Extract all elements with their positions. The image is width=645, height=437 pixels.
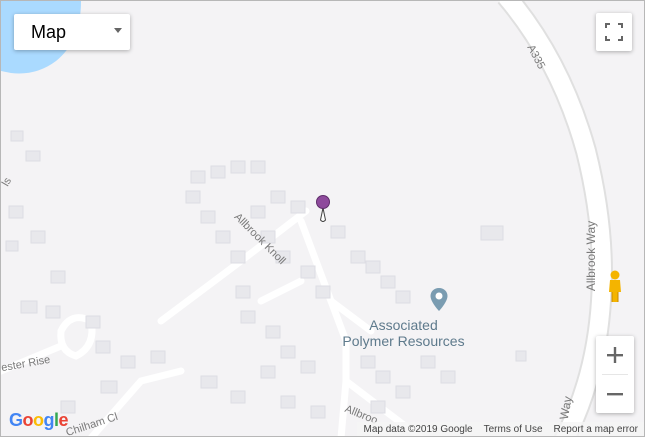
map-marker-icon[interactable] bbox=[315, 194, 331, 224]
fullscreen-icon bbox=[605, 23, 623, 41]
google-logo[interactable]: Google bbox=[9, 410, 69, 431]
pegman-icon bbox=[609, 270, 621, 302]
zoom-in-button[interactable] bbox=[596, 336, 634, 374]
google-logo-letter-o2: o bbox=[33, 410, 44, 430]
google-logo-letter-e: e bbox=[58, 410, 69, 430]
google-logo-letter-g2: g bbox=[43, 410, 55, 430]
zoom-out-button[interactable] bbox=[596, 375, 634, 413]
road-a335 bbox=[499, 1, 611, 436]
map-data-attribution[interactable]: Map data ©2019 Google bbox=[363, 424, 472, 435]
fullscreen-button[interactable] bbox=[596, 13, 632, 51]
road-label-allbrook-way: Allbrook Way bbox=[584, 220, 599, 292]
map-type-label: Map bbox=[31, 22, 67, 42]
plus-icon bbox=[607, 347, 623, 363]
google-logo-letter-o1: o bbox=[22, 410, 34, 430]
chevron-down-icon bbox=[114, 28, 122, 33]
map-canvas[interactable]: A335 Allbrook Way Way Allbrook Knoll All… bbox=[0, 0, 645, 437]
terms-of-use-link[interactable]: Terms of Use bbox=[484, 424, 543, 435]
buildings bbox=[5, 130, 527, 419]
report-map-error-link[interactable]: Report a map error bbox=[554, 424, 638, 435]
poi-label[interactable]: Associated Polymer Resources bbox=[336, 317, 471, 349]
pegman-button[interactable] bbox=[598, 266, 632, 306]
poi-pin-icon[interactable] bbox=[429, 287, 449, 313]
google-logo-letter-g: G bbox=[9, 410, 23, 430]
map-type-select[interactable]: Map bbox=[14, 14, 130, 50]
zoom-control bbox=[596, 336, 634, 413]
map-footer: Map data ©2019 Google Terms of Use Repor… bbox=[357, 422, 644, 436]
poi-label-line1: Associated bbox=[369, 317, 438, 333]
minus-icon bbox=[607, 393, 623, 396]
poi-label-line2: Polymer Resources bbox=[342, 333, 465, 349]
